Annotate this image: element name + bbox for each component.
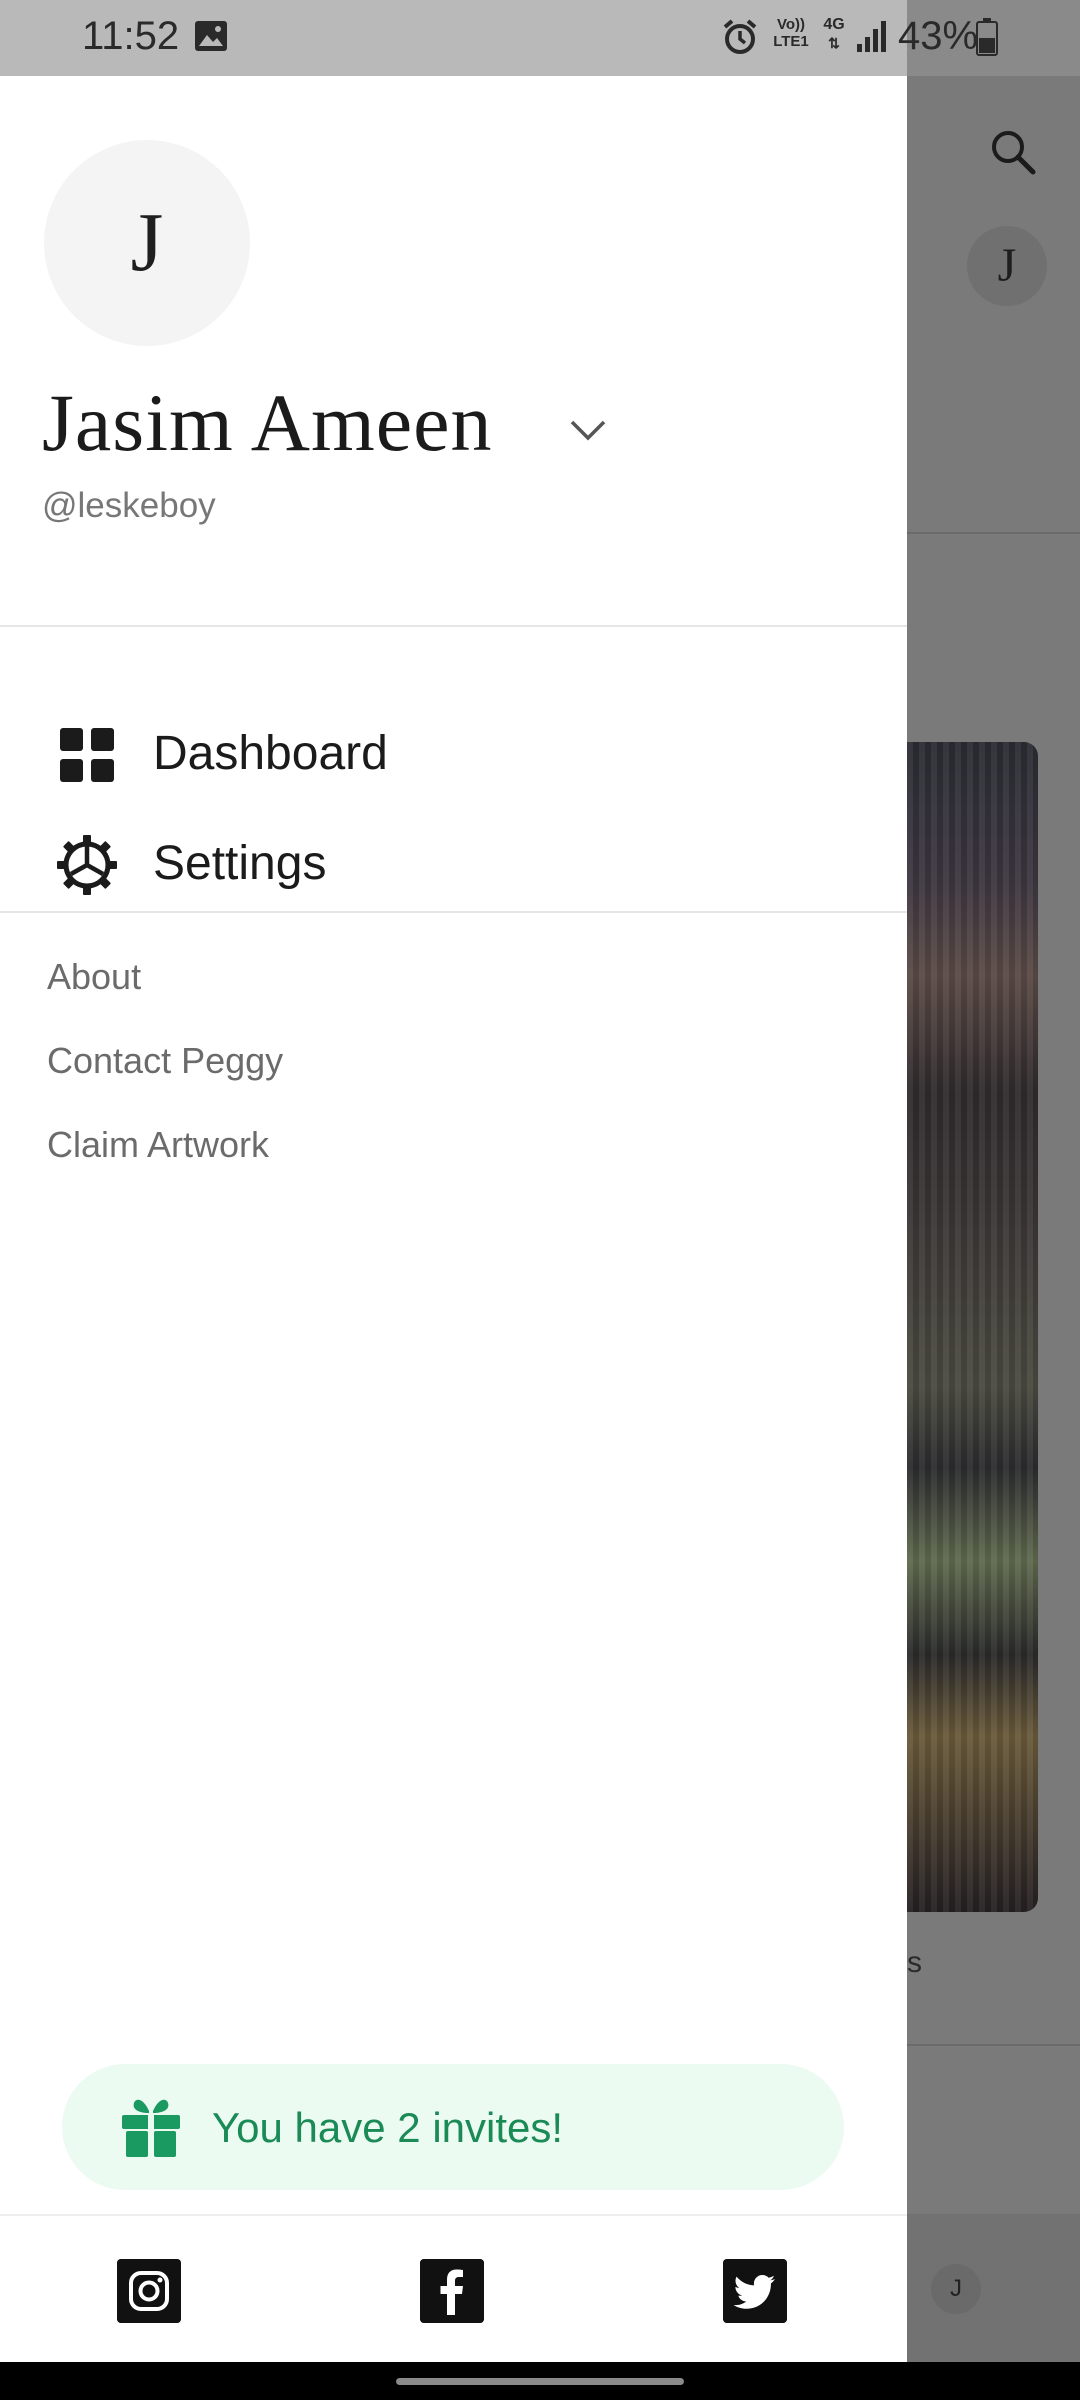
instagram-icon[interactable] — [117, 2259, 181, 2323]
navigation-drawer: J Jasim Ameen @leskeboy Dashboard Settin… — [0, 76, 907, 2362]
alarm-icon — [723, 19, 757, 54]
battery-icon — [976, 18, 998, 56]
background-avatar: J — [967, 226, 1047, 306]
menu-label: Settings — [153, 837, 327, 890]
social-bar — [0, 2214, 907, 2364]
user-name[interactable]: Jasim Ameen — [42, 376, 493, 470]
twitter-icon[interactable] — [723, 2259, 787, 2323]
divider — [0, 625, 907, 627]
gear-icon — [57, 835, 117, 895]
image-notification-icon — [195, 21, 227, 51]
status-time: 11:52 — [82, 14, 180, 58]
menu-item-settings[interactable]: Settings — [0, 810, 907, 910]
background-mini-avatar: J — [931, 2264, 981, 2314]
invite-banner[interactable]: You have 2 invites! — [62, 2064, 844, 2190]
grid-icon — [60, 728, 114, 782]
home-indicator[interactable] — [396, 2378, 684, 2385]
gift-icon — [122, 2099, 180, 2157]
search-icon[interactable] — [987, 126, 1039, 178]
link-contact-peggy[interactable]: Contact Peggy — [47, 1040, 283, 1082]
background-divider — [907, 2044, 1080, 2046]
background-app: J s J — [907, 76, 1080, 2362]
background-bottom-bar: J — [907, 2214, 1080, 2362]
volte-indicator: Vo)) LTE1 — [773, 16, 809, 50]
menu-label: Dashboard — [153, 727, 388, 780]
avatar[interactable]: J — [44, 140, 250, 346]
link-about[interactable]: About — [47, 956, 141, 998]
chevron-down-icon[interactable] — [568, 416, 608, 444]
invite-text: You have 2 invites! — [212, 2104, 564, 2151]
background-divider — [907, 532, 1080, 534]
system-navigation-bar — [0, 2362, 1080, 2400]
network-type-indicator: 4G ⇅ — [823, 16, 845, 51]
battery-percent: 43% — [898, 14, 979, 58]
divider — [0, 911, 907, 913]
background-partial-text: s — [907, 1946, 922, 1979]
link-claim-artwork[interactable]: Claim Artwork — [47, 1124, 269, 1166]
artwork-image — [907, 742, 1038, 1912]
menu-item-dashboard[interactable]: Dashboard — [0, 700, 907, 800]
status-bar: 11:52 Vo)) LTE1 4G ⇅ 43% — [0, 0, 1080, 76]
user-handle: @leskeboy — [42, 486, 216, 525]
facebook-icon[interactable] — [420, 2259, 484, 2323]
signal-icon — [857, 21, 886, 52]
